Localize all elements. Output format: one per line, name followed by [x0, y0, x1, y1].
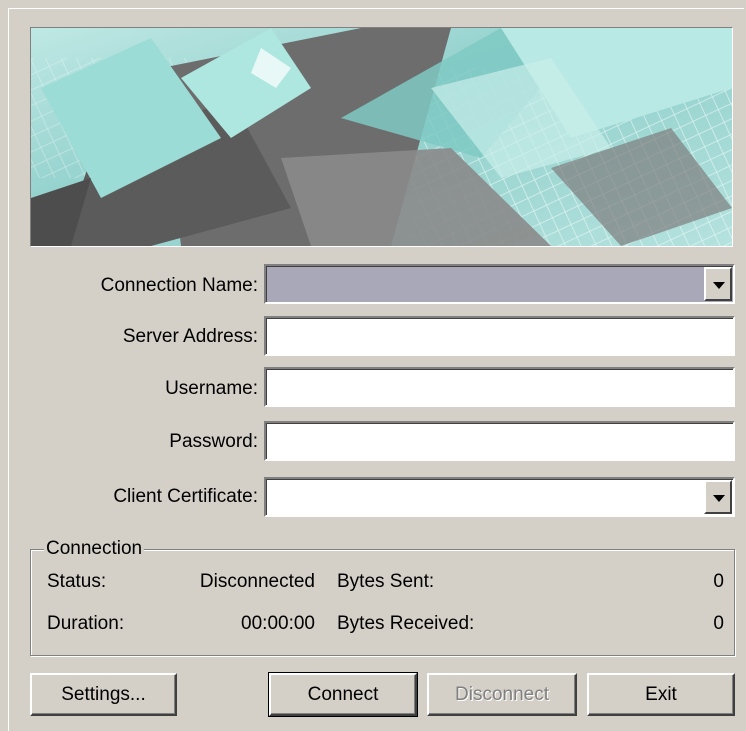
- duration-label: Duration:: [47, 613, 125, 634]
- chevron-down-icon: [713, 282, 725, 289]
- connection-group-title: Connection: [44, 538, 145, 560]
- client-certificate-dropdown-button[interactable]: [704, 480, 732, 514]
- disconnect-button[interactable]: Disconnect: [427, 673, 577, 716]
- client-certificate-combo[interactable]: [264, 477, 735, 517]
- connection-name-label: Connection Name:: [100, 275, 258, 296]
- bytes-received-value: 0: [713, 613, 724, 634]
- password-field[interactable]: [264, 421, 735, 461]
- server-address-label: Server Address:: [122, 326, 258, 347]
- duration-value: 00:00:00: [241, 613, 315, 634]
- connect-button[interactable]: Connect: [268, 672, 418, 717]
- settings-button-label: Settings...: [61, 683, 146, 705]
- username-field[interactable]: [264, 367, 735, 407]
- disconnect-button-label: Disconnect: [455, 683, 549, 705]
- exit-button[interactable]: Exit: [587, 673, 735, 716]
- client-certificate-label: Client Certificate:: [113, 486, 258, 507]
- banner-image: [30, 27, 733, 247]
- connect-button-label: Connect: [307, 683, 379, 705]
- password-input[interactable]: [270, 429, 729, 455]
- username-input[interactable]: [270, 375, 729, 401]
- password-label: Password:: [169, 431, 258, 452]
- bytes-received-label: Bytes Received:: [337, 613, 475, 634]
- server-address-field[interactable]: [264, 316, 735, 356]
- status-value: Disconnected: [199, 571, 315, 592]
- bytes-sent-value: 0: [713, 571, 724, 592]
- chevron-down-icon: [713, 495, 725, 502]
- username-label: Username:: [165, 378, 258, 399]
- server-address-input[interactable]: [270, 324, 729, 350]
- settings-button[interactable]: Settings...: [30, 673, 177, 716]
- exit-button-label: Exit: [645, 683, 677, 705]
- bytes-sent-label: Bytes Sent:: [337, 571, 435, 592]
- connection-name-dropdown-button[interactable]: [704, 267, 732, 301]
- connection-group: [30, 549, 735, 656]
- connection-name-combo[interactable]: [264, 264, 735, 304]
- status-label: Status:: [47, 571, 107, 592]
